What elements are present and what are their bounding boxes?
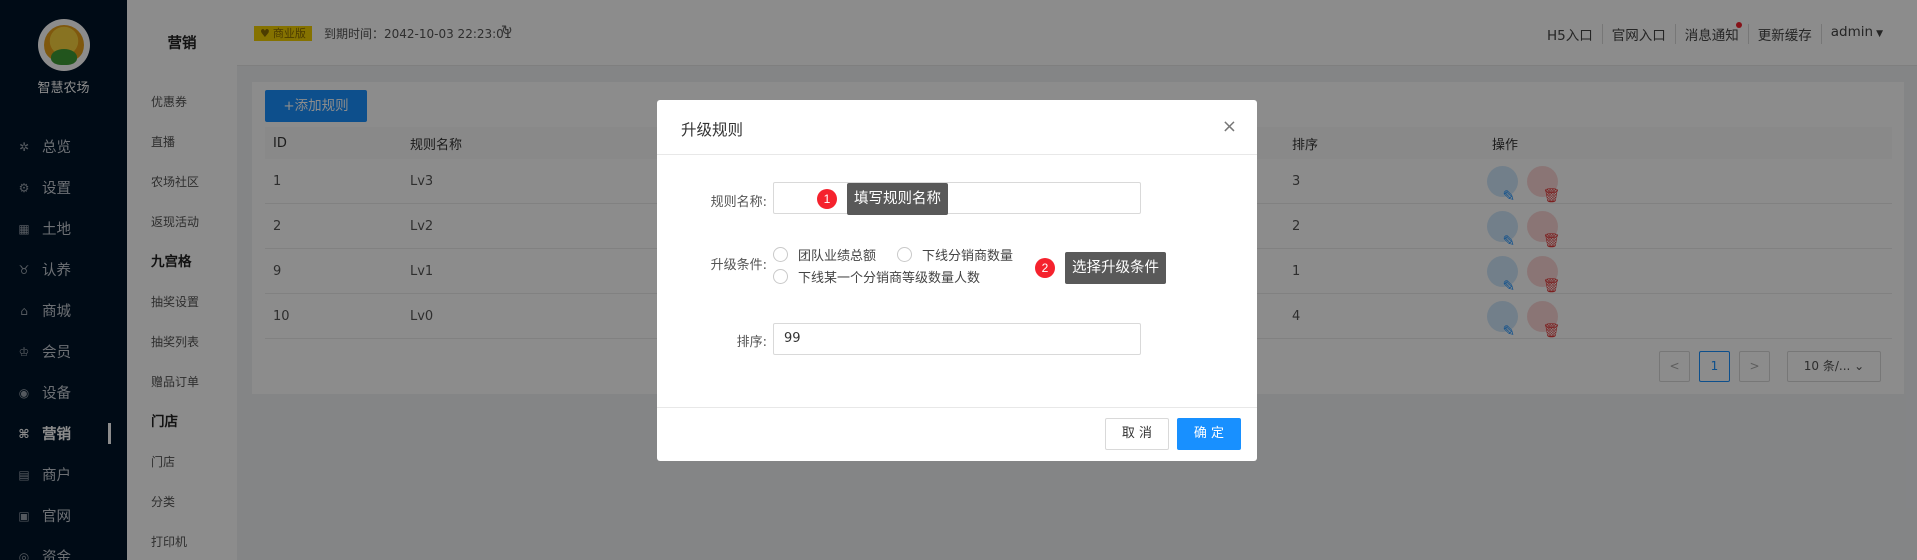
callout-number: 2 bbox=[1035, 258, 1055, 278]
sort-input[interactable]: 99 bbox=[773, 323, 1141, 355]
radio-circle bbox=[773, 247, 788, 262]
callout-tooltip: 填写规则名称 bbox=[847, 183, 948, 215]
dialog-title: 升级规则 bbox=[681, 121, 744, 139]
callout-tooltip: 选择升级条件 bbox=[1065, 252, 1166, 284]
confirm-button[interactable]: 确 定 bbox=[1177, 418, 1241, 450]
cancel-button[interactable]: 取 消 bbox=[1105, 418, 1169, 450]
radio-downline-level-count[interactable]: 下线某一个分销商等级数量人数 bbox=[773, 267, 980, 286]
divider bbox=[657, 154, 1257, 155]
upgrade-rule-dialog: 升级规则 × 规则名称: 1 填写规则名称 升级条件: 团队业绩总额 下线分销商… bbox=[657, 100, 1257, 461]
callout-number: 1 bbox=[817, 189, 837, 209]
radio-circle bbox=[773, 269, 788, 284]
close-icon[interactable]: × bbox=[1222, 116, 1237, 137]
radio-downline-count[interactable]: 下线分销商数量 bbox=[897, 245, 1013, 264]
radio-team-performance[interactable]: 团队业绩总额 bbox=[773, 245, 876, 264]
sort-label: 排序: bbox=[736, 335, 767, 350]
radio-circle bbox=[897, 247, 912, 262]
rule-name-label: 规则名称: bbox=[710, 195, 767, 210]
upgrade-condition-label: 升级条件: bbox=[710, 258, 767, 273]
divider bbox=[657, 407, 1257, 408]
